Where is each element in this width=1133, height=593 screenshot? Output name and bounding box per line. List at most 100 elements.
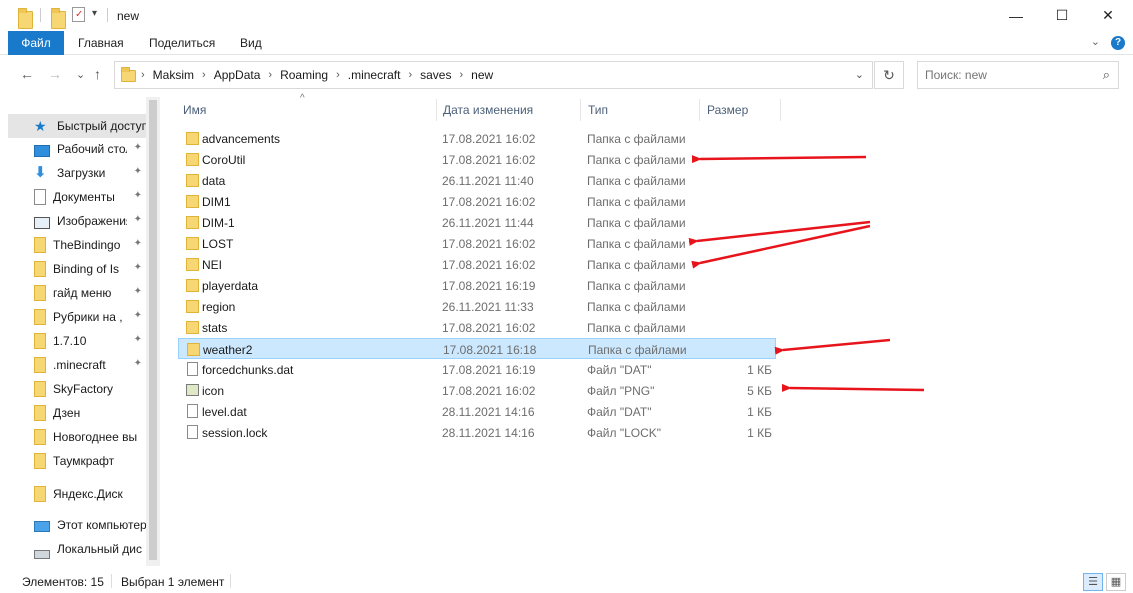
column-header-size[interactable]: Размер <box>707 97 777 123</box>
file-row[interactable]: playerdata 17.08.2021 16:19 Папка с файлам… <box>178 275 776 296</box>
chevron-down-icon[interactable]: ⌄ <box>855 68 864 81</box>
file-row[interactable]: icon 17.08.2021 16:02 Файл "PNG" 5 КБ <box>178 380 776 401</box>
pin-icon[interactable]: ✦ <box>134 142 142 153</box>
file-name: DIM1 <box>202 195 231 209</box>
sidebar-item[interactable]: Изображения ✦ <box>8 209 146 233</box>
breadcrumb-item[interactable]: new <box>471 68 493 82</box>
pin-icon[interactable]: ✦ <box>134 262 142 273</box>
chevron-right-icon[interactable]: › <box>408 69 412 81</box>
pin-icon[interactable]: ✦ <box>134 166 142 177</box>
sidebar-scrollbar-thumb[interactable] <box>149 100 157 560</box>
file-row[interactable]: level.dat 28.11.2021 14:16 Файл "DAT" 1 КБ <box>178 401 776 422</box>
sidebar-item-label: Этот компьютер <box>57 518 146 532</box>
file-row[interactable]: session.lock 28.11.2021 14:16 Файл "LOCK" 1… <box>178 422 776 443</box>
ribbon-expand-icon[interactable]: ⌄ <box>1091 36 1100 48</box>
file-type: Папка с файлами <box>587 237 686 251</box>
tab-file[interactable]: Файл <box>8 31 64 55</box>
file-row[interactable]: DIM-1 26.11.2021 11:44 Папка с файлами <box>178 212 776 233</box>
column-divider[interactable] <box>580 99 581 121</box>
up-button[interactable]: ↑ <box>94 66 101 82</box>
file-row[interactable]: region 26.11.2021 11:33 Папка с файлами <box>178 296 776 317</box>
column-header-name[interactable]: Имя <box>183 97 433 123</box>
sidebar-item[interactable]: Новогоднее вы <box>8 425 146 449</box>
sidebar-item-quick-access[interactable]: ★ Быстрый доступ <box>8 114 146 138</box>
column-divider[interactable] <box>436 99 437 121</box>
folder-icon <box>186 153 199 166</box>
file-row[interactable]: weather2 17.08.2021 16:18 Папка с файлами <box>178 338 776 359</box>
maximize-button[interactable]: ☐ <box>1039 0 1085 31</box>
file-row[interactable]: NEI 17.08.2021 16:02 Папка с файлами <box>178 254 776 275</box>
close-button[interactable]: ✕ <box>1085 0 1131 31</box>
pin-icon[interactable]: ✦ <box>134 286 142 297</box>
file-row[interactable]: data 26.11.2021 11:40 Папка с файлами <box>178 170 776 191</box>
breadcrumb-item[interactable]: Maksim <box>153 68 194 82</box>
sidebar-item[interactable]: Рабочий стол ✦ <box>8 137 146 161</box>
sidebar-item[interactable]: ⬇ Загрузки ✦ <box>8 161 146 185</box>
sidebar-item[interactable]: .minecraft ✦ <box>8 353 146 377</box>
column-header-type[interactable]: Тип <box>588 97 693 123</box>
chevron-right-icon[interactable]: › <box>141 69 145 81</box>
sidebar-item[interactable]: Дзен <box>8 401 146 425</box>
forward-button[interactable]: → <box>48 66 62 82</box>
properties-icon[interactable]: ✓ <box>72 7 85 22</box>
sidebar-item-yandex-disk[interactable]: Яндекс.Диск <box>8 482 146 506</box>
file-row[interactable]: advancements 17.08.2021 16:02 Папка с файл… <box>178 128 776 149</box>
breadcrumb-item[interactable]: saves <box>420 68 451 82</box>
sidebar-item-label: Дзен <box>53 406 81 420</box>
sidebar-item-label: Локальный дис <box>57 542 142 556</box>
minimize-button[interactable]: — <box>993 0 1039 31</box>
pin-icon[interactable]: ✦ <box>134 334 142 345</box>
file-date: 26.11.2021 11:33 <box>442 300 534 314</box>
file-row[interactable]: LOST 17.08.2021 16:02 Папка с файлами <box>178 233 776 254</box>
column-header-date[interactable]: Дата изменения <box>443 97 573 123</box>
sidebar-item-this-pc[interactable]: Этот компьютер <box>8 513 146 537</box>
search-input[interactable] <box>925 68 1085 82</box>
sidebar-item[interactable]: Таумкрафт <box>8 449 146 473</box>
column-divider[interactable] <box>780 99 781 121</box>
pin-icon[interactable]: ✦ <box>134 238 142 249</box>
column-divider[interactable] <box>699 99 700 121</box>
large-icons-view-button[interactable]: ▦ <box>1106 573 1126 591</box>
back-button[interactable]: ← <box>20 66 34 82</box>
file-type: Файл "DAT" <box>587 405 652 419</box>
tab-home[interactable]: Главная <box>66 31 136 55</box>
tab-view[interactable]: Вид <box>228 31 274 55</box>
file-date: 17.08.2021 16:02 <box>442 195 536 209</box>
file-row[interactable]: stats 17.08.2021 16:02 Папка с файлами <box>178 317 776 338</box>
breadcrumb-item[interactable]: AppData <box>214 68 261 82</box>
pin-icon[interactable]: ✦ <box>134 310 142 321</box>
breadcrumb-item[interactable]: .minecraft <box>348 68 401 82</box>
title-bar: ✓ ▾ new — ☐ ✕ <box>0 0 1133 31</box>
pin-icon[interactable]: ✦ <box>134 190 142 201</box>
help-icon[interactable]: ? <box>1111 36 1125 50</box>
recent-locations-button[interactable]: ⌄ <box>76 68 85 81</box>
file-row[interactable]: CoroUtil 17.08.2021 16:02 Папка с файлами <box>178 149 776 170</box>
pin-icon[interactable]: ✦ <box>134 358 142 369</box>
tab-share[interactable]: Поделиться <box>137 31 227 55</box>
sidebar-item[interactable]: Binding of Is ✦ <box>8 257 146 281</box>
sidebar-item[interactable]: TheBindingo ✦ <box>8 233 146 257</box>
new-folder-icon[interactable] <box>51 8 66 29</box>
file-row[interactable]: forcedchunks.dat 17.08.2021 16:19 Файл "DA… <box>178 359 776 380</box>
sidebar-item-label: Рубрики на , <box>53 310 123 324</box>
search-box[interactable]: ⌕ <box>917 61 1119 89</box>
chevron-right-icon[interactable]: › <box>268 69 272 81</box>
file-row[interactable]: DIM1 17.08.2021 16:02 Папка с файлами <box>178 191 776 212</box>
details-view-button[interactable]: ☰ <box>1083 573 1103 591</box>
chevron-right-icon[interactable]: › <box>202 69 206 81</box>
breadcrumb-item[interactable]: Roaming <box>280 68 328 82</box>
sidebar-item[interactable]: гайд меню ✦ <box>8 281 146 305</box>
pin-icon[interactable]: ✦ <box>134 214 142 225</box>
refresh-button[interactable]: ↻ <box>874 61 904 89</box>
customize-quick-access-icon[interactable]: ▾ <box>92 8 97 26</box>
sidebar-item[interactable]: SkyFactory <box>8 377 146 401</box>
sidebar-item[interactable]: Документы ✦ <box>8 185 146 209</box>
folder-icon <box>34 261 46 277</box>
search-icon[interactable]: ⌕ <box>1103 67 1110 83</box>
sidebar-item[interactable]: Рубрики на , ✦ <box>8 305 146 329</box>
chevron-right-icon[interactable]: › <box>459 69 463 81</box>
address-bar[interactable]: › Maksim › AppData › Roaming › .minecraft › saves… <box>114 61 873 89</box>
sidebar-item-local-disk[interactable]: Локальный дис <box>8 537 146 561</box>
chevron-right-icon[interactable]: › <box>336 69 340 81</box>
sidebar-item[interactable]: 1.7.10 ✦ <box>8 329 146 353</box>
